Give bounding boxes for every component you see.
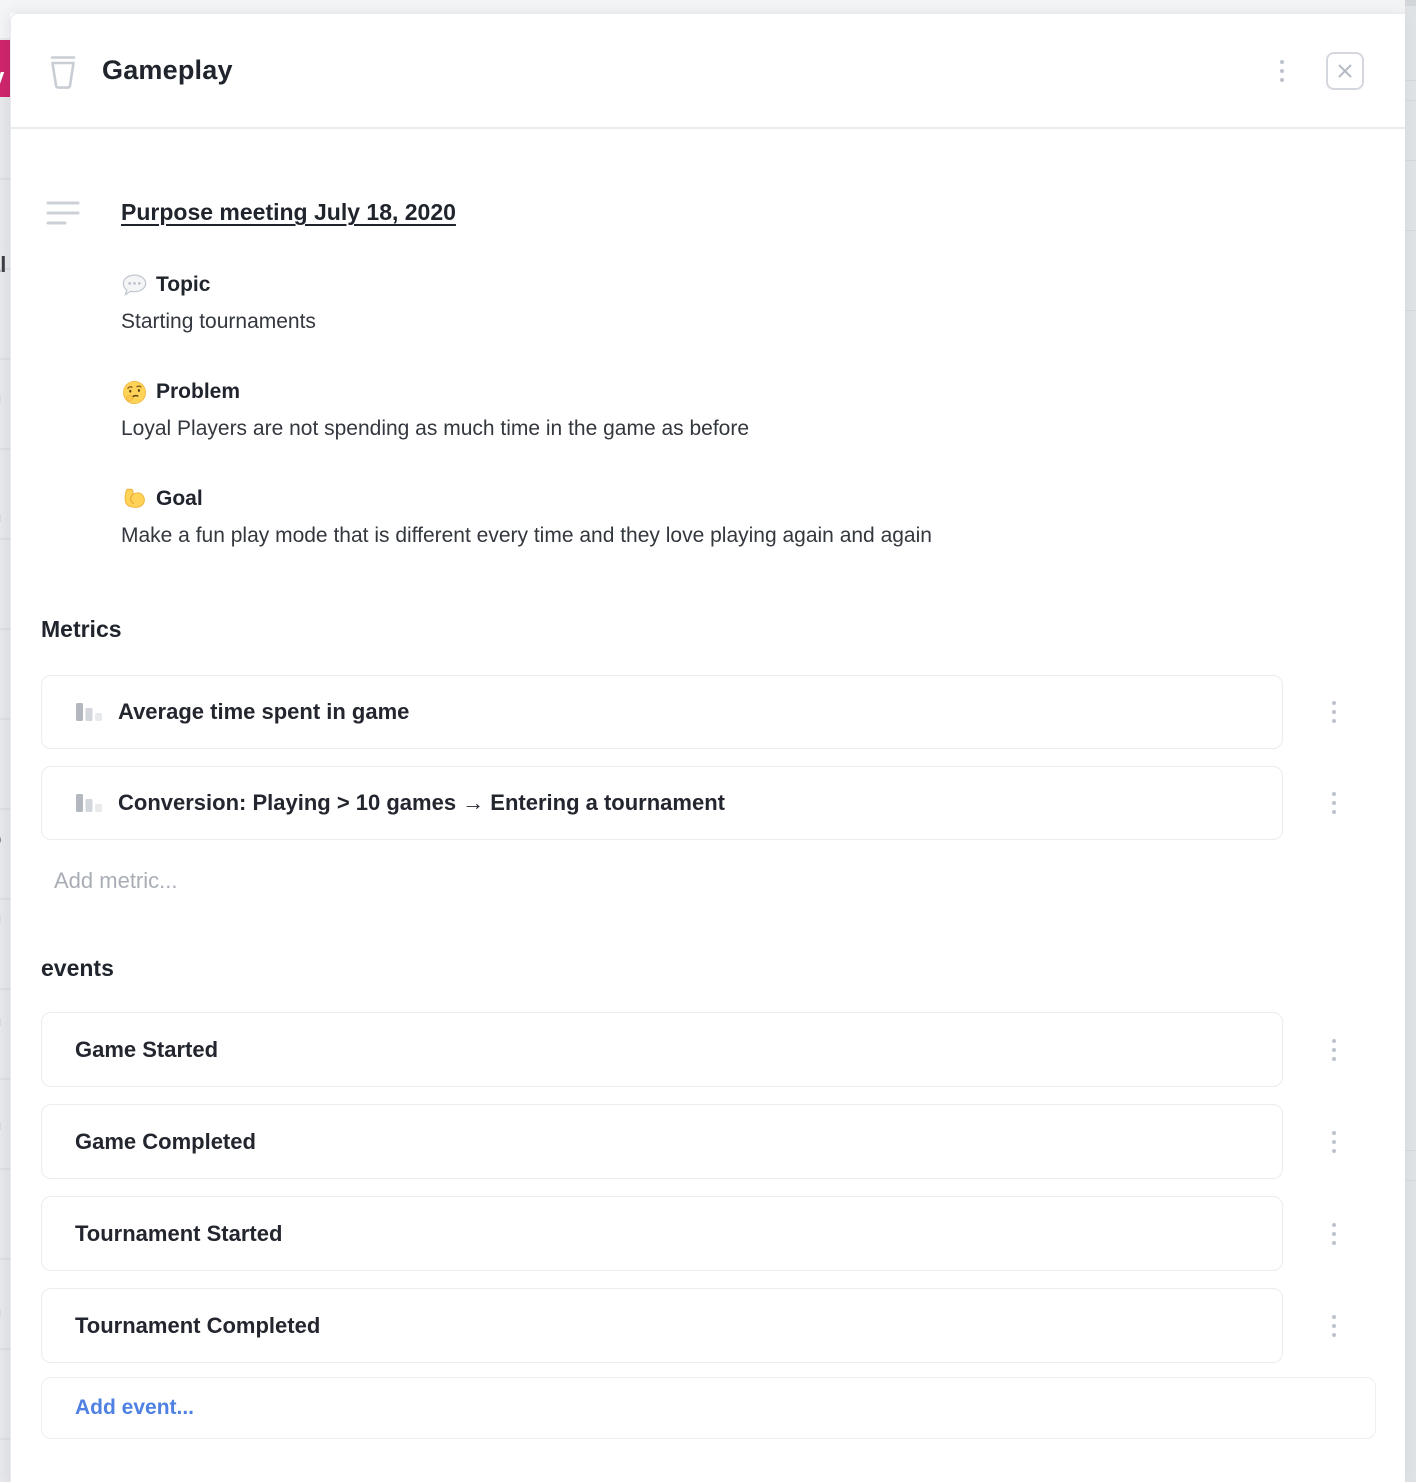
- event-row: Game Completed: [41, 1104, 1283, 1179]
- background-page-left-strip: v yalnnonnnsnc: [0, 0, 10, 1482]
- metric-title: Conversion: Playing > 10 games → Enterin…: [118, 790, 725, 816]
- event-kebab-menu-icon[interactable]: [1326, 1309, 1342, 1343]
- close-icon: [1336, 62, 1354, 80]
- background-page-top-strip: [10, 0, 1405, 13]
- topic-label: Topic: [156, 270, 210, 300]
- scrollbar-segment-line: [1405, 310, 1416, 311]
- metric-card-conversion[interactable]: Conversion: Playing > 10 games → Enterin…: [41, 766, 1283, 840]
- background-text-fragment: n: [0, 383, 1, 409]
- metrics-list: Average time spent in game Conversion: P…: [41, 675, 1283, 840]
- goal-label-row: Goal: [121, 484, 1283, 514]
- goal-label: Goal: [156, 484, 203, 514]
- add-event-button[interactable]: Add event...: [41, 1377, 1376, 1439]
- event-card-game-completed[interactable]: Game Completed: [41, 1104, 1283, 1179]
- bar-chart-icon: [75, 700, 103, 724]
- metric-kebab-menu-icon[interactable]: [1326, 786, 1342, 820]
- event-kebab-menu-icon[interactable]: [1326, 1033, 1342, 1067]
- background-text-fragment: n: [0, 502, 1, 528]
- event-card-tournament-started[interactable]: Tournament Started: [41, 1196, 1283, 1271]
- speech-balloon-icon: [121, 272, 148, 299]
- metric-kebab-menu-icon[interactable]: [1326, 695, 1342, 729]
- metric-row: Conversion: Playing > 10 games → Enterin…: [41, 766, 1283, 840]
- purpose-note-block: Purpose meeting July 18, 2020 Topic Star…: [121, 196, 1283, 551]
- note-heading[interactable]: Purpose meeting July 18, 2020: [121, 196, 1283, 228]
- event-kebab-menu-icon[interactable]: [1326, 1125, 1342, 1159]
- topic-text[interactable]: Starting tournaments: [121, 307, 1283, 337]
- thinking-face-icon: [121, 379, 148, 406]
- event-title: Tournament Completed: [75, 1313, 320, 1339]
- trash-bucket-icon: [44, 51, 82, 91]
- background-text-fragment: n: [0, 903, 1, 929]
- goal-text[interactable]: Make a fun play mode that is different e…: [121, 521, 1283, 551]
- background-text-fragment: al: [0, 252, 6, 278]
- background-text-fragment: n: [0, 1110, 1, 1136]
- background-white-cap: [0, 0, 10, 38]
- metric-row: Average time spent in game: [41, 675, 1283, 749]
- scrollbar-segment-line: [1405, 1150, 1416, 1151]
- background-pink-letter: v: [0, 64, 4, 92]
- event-row: Tournament Started: [41, 1196, 1283, 1271]
- panel-more-menu-icon[interactable]: [1274, 54, 1290, 88]
- flexed-biceps-icon: [121, 486, 148, 513]
- text-lines-icon: [46, 200, 80, 226]
- event-kebab-menu-icon[interactable]: [1326, 1217, 1342, 1251]
- scrollbar-cap: [1405, 0, 1416, 6]
- event-title: Tournament Started: [75, 1221, 282, 1247]
- add-event-label: Add event...: [75, 1396, 194, 1420]
- scrollbar-segment-line: [1405, 160, 1416, 161]
- gameplay-panel: Gameplay Purpose meeting July 18, 2020: [10, 13, 1405, 1482]
- problem-text[interactable]: Loyal Players are not spending as much t…: [121, 414, 1283, 444]
- background-page-scrollbar[interactable]: [1405, 0, 1416, 1482]
- background-text-fragment: n: [0, 1297, 1, 1323]
- event-card-game-started[interactable]: Game Started: [41, 1012, 1283, 1087]
- scrollbar-segment-line: [1405, 230, 1416, 231]
- event-row: Game Started: [41, 1012, 1283, 1087]
- metrics-section-header: Metrics: [41, 613, 1283, 645]
- panel-header: Gameplay: [11, 14, 1405, 129]
- events-list: Game Started Game Completed Tournament S…: [41, 1012, 1283, 1363]
- background-text-fragment: n: [0, 1006, 1, 1032]
- events-section-header: events: [41, 952, 1283, 984]
- metric-title: Average time spent in game: [118, 699, 409, 725]
- event-title: Game Completed: [75, 1129, 256, 1155]
- bar-chart-icon: [75, 791, 103, 815]
- background-pink-block: v: [0, 40, 10, 97]
- scrollbar-segment-line: [1405, 80, 1416, 81]
- event-title: Game Started: [75, 1037, 218, 1063]
- event-card-tournament-completed[interactable]: Tournament Completed: [41, 1288, 1283, 1363]
- background-text-fragment: o: [0, 826, 1, 852]
- topic-label-row: Topic: [121, 270, 1283, 300]
- scrollbar-segment-line: [1405, 1180, 1416, 1181]
- metric-card-avg-time[interactable]: Average time spent in game: [41, 675, 1283, 749]
- problem-label: Problem: [156, 377, 240, 407]
- panel-content: Purpose meeting July 18, 2020 Topic Star…: [11, 196, 1405, 1439]
- add-metric-input[interactable]: Add metric...: [54, 866, 1283, 896]
- event-row: Tournament Completed: [41, 1288, 1283, 1363]
- close-button[interactable]: [1326, 52, 1364, 90]
- panel-title: Gameplay: [102, 55, 233, 86]
- problem-label-row: Problem: [121, 377, 1283, 407]
- scrollbar-segment-line: [1405, 100, 1416, 101]
